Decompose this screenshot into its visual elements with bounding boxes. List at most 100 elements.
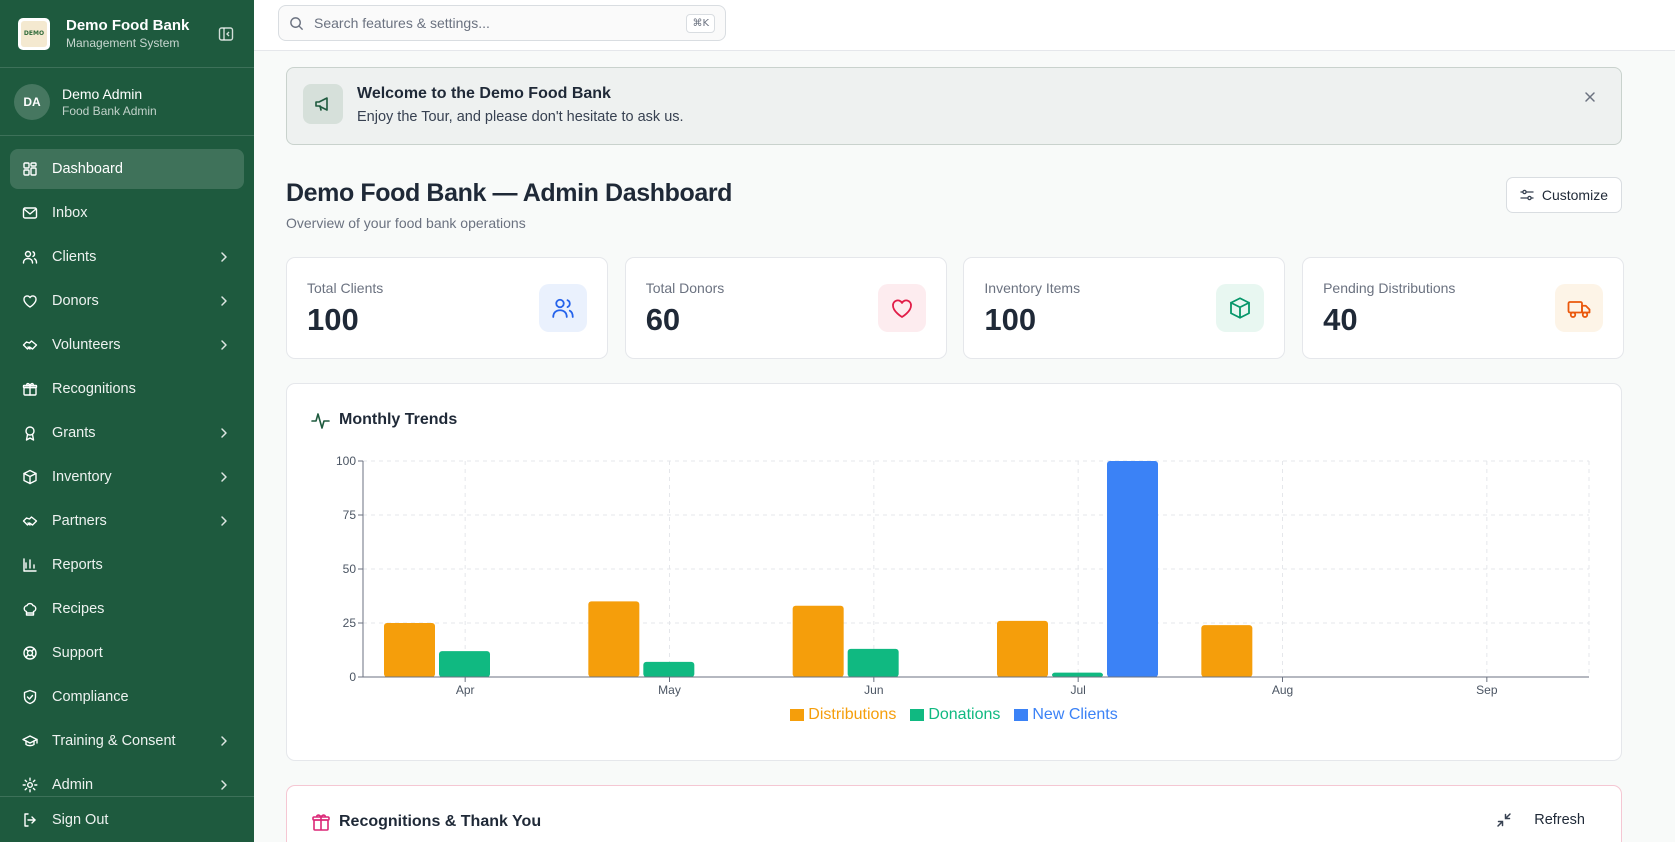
stat-value: 100 <box>307 302 359 337</box>
gear-icon <box>22 777 38 793</box>
stat-value: 40 <box>1323 302 1358 337</box>
bar-distributions <box>1201 625 1253 677</box>
sidebar-item-inbox[interactable]: Inbox <box>10 193 244 233</box>
award-icon <box>22 425 38 441</box>
customize-label: Customize <box>1541 187 1608 203</box>
sidebar-collapse-icon[interactable] <box>216 24 236 44</box>
recognitions-card: Recognitions & Thank You Refresh <box>286 785 1622 842</box>
customize-button[interactable]: Customize <box>1505 177 1622 213</box>
chevron-right-icon <box>216 513 232 529</box>
stat-label: Total Donors <box>645 280 725 296</box>
sign-out-button[interactable]: Sign Out <box>0 796 254 842</box>
sidebar-item-dashboard[interactable]: Dashboard <box>10 149 244 189</box>
refresh-label: Refresh <box>1534 812 1585 828</box>
sidebar-item-label: Reports <box>52 557 103 573</box>
legend-item[interactable]: Distributions <box>790 706 896 724</box>
search-shortcut: ⌘K <box>686 13 715 33</box>
sidebar-item-support[interactable]: Support <box>10 633 244 673</box>
chevron-right-icon <box>216 249 232 265</box>
sidebar-item-label: Clients <box>52 249 97 265</box>
sign-out-label: Sign Out <box>52 811 109 828</box>
sidebar-nav: Dashboard Inbox Clients Donors Volunteers Rec… <box>0 136 254 805</box>
sidebar-item-training-consent[interactable]: Training & Consent <box>10 721 244 761</box>
banner-text: Enjoy the Tour, and please don't hesitat… <box>357 109 684 125</box>
sidebar-item-recognitions[interactable]: Recognitions <box>10 369 244 409</box>
gift-icon <box>311 812 331 832</box>
sidebar-item-inventory[interactable]: Inventory <box>10 457 244 497</box>
stat-value: 60 <box>645 302 681 337</box>
y-tick-label: 25 <box>343 616 357 630</box>
bar-new-clients <box>1107 461 1158 677</box>
y-tick-label: 100 <box>336 454 356 468</box>
sidebar-item-compliance[interactable]: Compliance <box>10 677 244 717</box>
users-icon <box>539 284 587 332</box>
users-icon <box>22 249 38 265</box>
page-title: Demo Food Bank — Admin Dashboard <box>286 179 733 207</box>
stat-card-total-clients[interactable]: Total Clients 100 <box>286 257 608 359</box>
recognitions-title: Recognitions & Thank You <box>339 813 542 830</box>
stat-card-pending-distributions[interactable]: Pending Distributions 40 <box>1302 257 1625 359</box>
stat-label: Pending Distributions <box>1323 280 1456 296</box>
sidebar-item-label: Inventory <box>52 469 112 485</box>
legend-item[interactable]: Donations <box>910 706 1000 724</box>
legend-label: Donations <box>928 706 1001 723</box>
sliders-icon <box>1520 188 1534 202</box>
bar-distributions <box>588 601 640 677</box>
activity-icon <box>311 410 331 430</box>
megaphone-icon <box>303 84 343 124</box>
sidebar-item-label: Volunteers <box>52 337 121 353</box>
x-tick-label: Jun <box>864 683 883 697</box>
legend-label: Distributions <box>808 706 897 723</box>
y-tick-label: 0 <box>349 670 356 684</box>
sidebar-item-clients[interactable]: Clients <box>10 237 244 277</box>
close-icon[interactable] <box>1583 90 1599 106</box>
y-tick-label: 50 <box>343 562 357 576</box>
stat-value: 100 <box>984 302 1037 337</box>
sidebar-item-label: Donors <box>52 293 99 309</box>
banner-title: Welcome to the Demo Food Bank <box>357 85 611 102</box>
package-icon <box>1216 284 1265 332</box>
sidebar-item-recipes[interactable]: Recipes <box>10 589 244 629</box>
user-profile[interactable]: DA Demo Admin Food Bank Admin <box>0 68 254 136</box>
legend-swatch <box>910 709 925 721</box>
sidebar-item-label: Grants <box>52 425 96 441</box>
stat-card-total-donors[interactable]: Total Donors 60 <box>624 257 947 359</box>
gift-icon <box>22 381 38 397</box>
search-input[interactable] <box>314 15 687 31</box>
monthly-trends-title: Monthly Trends <box>339 411 458 428</box>
logout-icon <box>22 812 38 828</box>
sidebar-item-reports[interactable]: Reports <box>10 545 244 585</box>
stat-card-inventory-items[interactable]: Inventory Items 100 <box>963 257 1286 359</box>
sidebar-item-label: Training & Consent <box>52 733 176 749</box>
refresh-button[interactable]: Refresh <box>1496 812 1585 828</box>
sidebar-item-donors[interactable]: Donors <box>10 281 244 321</box>
sidebar-item-label: Support <box>52 645 103 661</box>
brand-name: Demo Food Bank <box>66 16 190 34</box>
dashboard-icon <box>22 161 38 177</box>
y-tick-label: 75 <box>343 508 357 522</box>
sidebar-brand: DEMO Demo Food Bank Management System <box>0 0 254 68</box>
chevron-right-icon <box>216 733 232 749</box>
bar-distributions <box>997 620 1048 677</box>
chart-legend: Distributions Donations New Clients <box>287 706 1621 724</box>
legend-swatch <box>790 709 805 721</box>
chevron-right-icon <box>216 293 232 309</box>
legend-swatch <box>1014 709 1029 721</box>
legend-item[interactable]: New Clients <box>1014 706 1118 724</box>
sidebar-item-label: Dashboard <box>52 161 123 177</box>
brand-subtitle: Management System <box>66 35 180 50</box>
search-box[interactable]: ⌘K <box>278 5 726 41</box>
chevron-right-icon <box>216 337 232 353</box>
sidebar-item-partners[interactable]: Partners <box>10 501 244 541</box>
minimize-icon[interactable] <box>1496 812 1512 828</box>
sidebar-item-grants[interactable]: Grants <box>10 413 244 453</box>
bar-distributions <box>792 605 844 677</box>
heart-icon <box>877 284 926 332</box>
sidebar: DEMO Demo Food Bank Management System DA… <box>0 0 254 842</box>
x-tick-label: Sep <box>1476 683 1498 697</box>
sidebar-item-volunteers[interactable]: Volunteers <box>10 325 244 365</box>
bar-distributions <box>384 623 435 677</box>
sidebar-item-label: Inbox <box>52 205 88 221</box>
x-tick-label: Aug <box>1272 683 1293 697</box>
sidebar-item-label: Admin <box>52 777 94 793</box>
